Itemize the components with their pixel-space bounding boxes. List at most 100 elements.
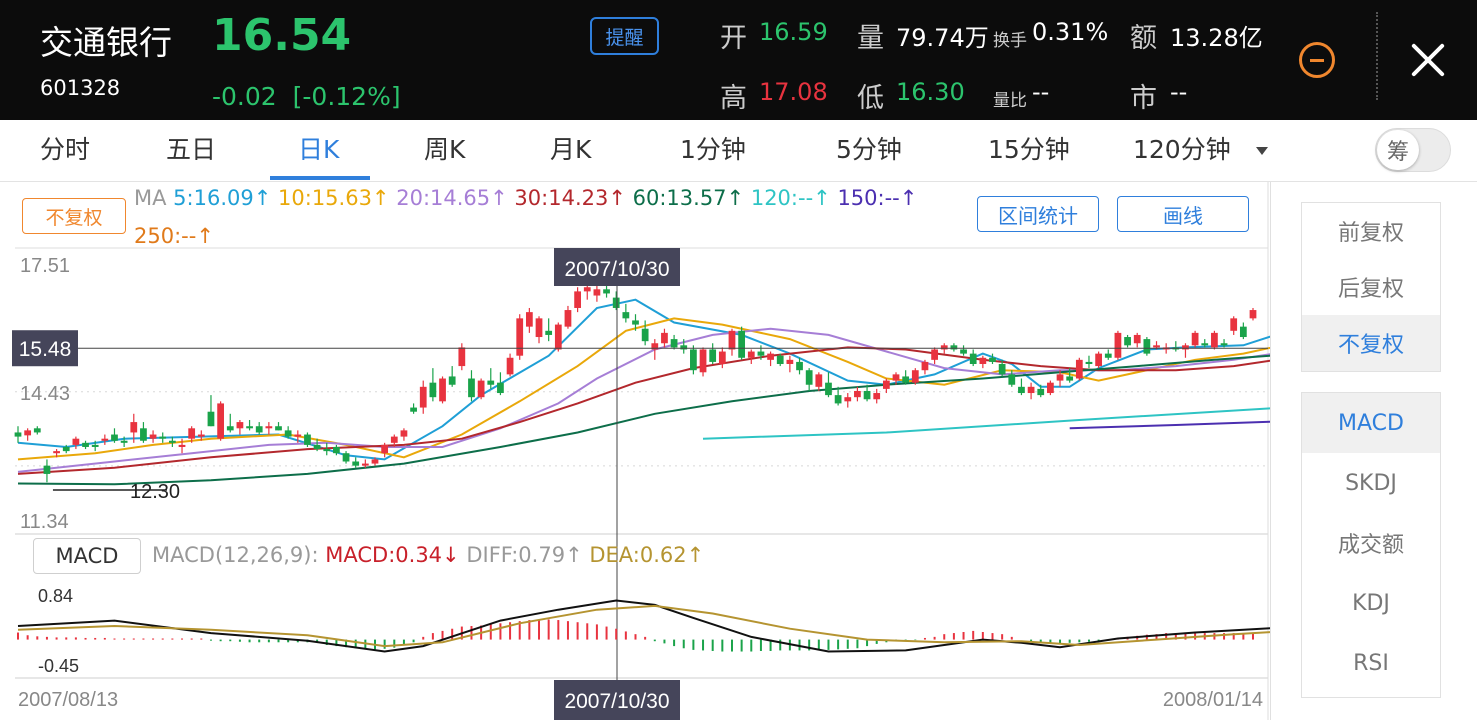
- candle-down: [998, 363, 1006, 375]
- turnover-value: 0.31%: [1032, 18, 1109, 46]
- candle-down: [284, 430, 292, 437]
- tab-intraday[interactable]: 分时: [40, 130, 90, 166]
- chip-distribution-toggle[interactable]: 筹: [1375, 128, 1451, 172]
- candle-down: [429, 382, 437, 398]
- ma120-line: [702, 407, 1270, 440]
- candle-up: [294, 434, 302, 437]
- candle-up: [882, 380, 890, 389]
- candle-up: [1191, 332, 1199, 346]
- kline-chart[interactable]: 17.5114.4311.3417.0812.302007/10/3015.48…: [0, 182, 1270, 720]
- candle-down: [950, 345, 958, 350]
- candle-down: [757, 351, 765, 356]
- candle-down: [796, 361, 803, 371]
- crosshair-price-label: 15.48: [19, 338, 72, 361]
- candle-down: [1037, 388, 1045, 396]
- candle-down: [111, 434, 118, 441]
- candle-down: [1066, 376, 1074, 381]
- candle-up: [940, 345, 948, 350]
- draw-line-button[interactable]: 画线: [1117, 196, 1249, 232]
- candle-down: [603, 289, 610, 294]
- tab-daily-k[interactable]: 日K: [298, 130, 339, 166]
- candle-up: [24, 430, 32, 436]
- candle-down: [33, 428, 41, 433]
- candle-up: [593, 289, 601, 296]
- panel-bufuquan[interactable]: 不复权: [1302, 315, 1440, 371]
- candle-up: [554, 324, 562, 350]
- candle-up: [1182, 345, 1189, 350]
- candle-up: [574, 291, 581, 308]
- candle-up: [728, 330, 736, 350]
- panel-kdj[interactable]: KDJ: [1302, 573, 1440, 633]
- panel-skdj[interactable]: SKDJ: [1302, 453, 1440, 513]
- candle-down: [82, 442, 89, 447]
- candle-up: [381, 444, 389, 454]
- candle-up: [477, 380, 485, 398]
- panel-houfuquan[interactable]: 后复权: [1302, 259, 1440, 315]
- vol-ratio-label: 量比: [993, 91, 1027, 111]
- ma10-legend: 10:15.63↑: [278, 186, 390, 210]
- tab-5min[interactable]: 5分钟: [836, 130, 902, 166]
- candle-down: [1008, 374, 1016, 385]
- candle-up: [236, 422, 244, 429]
- candle-up: [564, 310, 572, 327]
- ma120-legend: 120:--↑: [750, 186, 831, 210]
- more-periods-dropdown-icon[interactable]: [1256, 147, 1268, 155]
- turnover-label: 换手: [993, 31, 1027, 51]
- candle-up: [439, 378, 446, 402]
- open-label: 开: [720, 23, 747, 54]
- candle-up: [747, 351, 755, 358]
- ma-legend: MA 5:16.09↑ 10:15.63↑ 20:14.65↑ 30:14.23…: [134, 186, 917, 210]
- period-tabs: 分时 五日 日K 周K 月K 1分钟 5分钟 15分钟 120分钟: [0, 120, 1477, 182]
- candle-up: [390, 436, 398, 443]
- candle-up: [265, 426, 273, 429]
- candle-down: [670, 339, 678, 348]
- indicator-select-button[interactable]: MACD: [33, 538, 141, 574]
- range-stats-button[interactable]: 区间统计: [977, 196, 1099, 232]
- panel-rsi[interactable]: RSI: [1302, 633, 1440, 693]
- tab-five-day[interactable]: 五日: [166, 130, 216, 166]
- candle-down: [1239, 326, 1247, 338]
- candle-down: [43, 465, 51, 474]
- change-percent: [-0.12%]: [292, 82, 401, 111]
- candle-up: [130, 422, 138, 433]
- ma150-legend: 150:--↑: [837, 186, 918, 210]
- candle-down: [709, 349, 717, 362]
- candle-up: [72, 438, 80, 445]
- panel-macd[interactable]: MACD: [1302, 393, 1440, 453]
- collapse-icon[interactable]: [1299, 42, 1335, 78]
- candle-down: [632, 320, 639, 325]
- current-price: 16.54: [212, 10, 352, 61]
- kline-chart-area[interactable]: 17.5114.4311.3417.0812.302007/10/3015.48…: [0, 182, 1270, 720]
- candle-up: [815, 374, 823, 387]
- candle-down: [140, 428, 147, 441]
- market-value: --: [1170, 78, 1188, 106]
- open-value: 16.59: [759, 18, 828, 46]
- candle-down: [410, 407, 417, 412]
- fuquan-button[interactable]: 不复权: [22, 198, 126, 234]
- candle-down: [323, 449, 331, 452]
- candle-down: [207, 411, 215, 427]
- crosshair-date-top: 2007/10/30: [564, 258, 669, 281]
- panel-turnover-amount[interactable]: 成交额: [1302, 513, 1440, 573]
- candle-down: [863, 390, 871, 400]
- candle-up: [767, 353, 774, 360]
- tab-120min[interactable]: 120分钟: [1133, 130, 1231, 166]
- macd-params: MACD(12,26,9):: [152, 543, 319, 567]
- macd-tick-label: -0.45: [38, 656, 79, 676]
- candle-down: [989, 357, 996, 362]
- tab-15min[interactable]: 15分钟: [988, 130, 1070, 166]
- remind-button[interactable]: 提醒: [590, 17, 659, 55]
- close-icon[interactable]: [1408, 40, 1448, 80]
- candle-up: [400, 430, 408, 437]
- date-start-label: 2007/08/13: [18, 689, 118, 711]
- diff-value: DIFF:0.79↑: [466, 543, 583, 567]
- candle-up: [371, 459, 379, 464]
- candle-down: [622, 312, 630, 319]
- candle-up: [1133, 334, 1141, 344]
- panel-qianfuquan[interactable]: 前复权: [1302, 203, 1440, 259]
- candle-up: [217, 403, 224, 439]
- tab-1min[interactable]: 1分钟: [680, 130, 746, 166]
- tab-monthly-k[interactable]: 月K: [550, 130, 591, 166]
- tab-weekly-k[interactable]: 周K: [424, 130, 465, 166]
- candle-down: [738, 330, 746, 358]
